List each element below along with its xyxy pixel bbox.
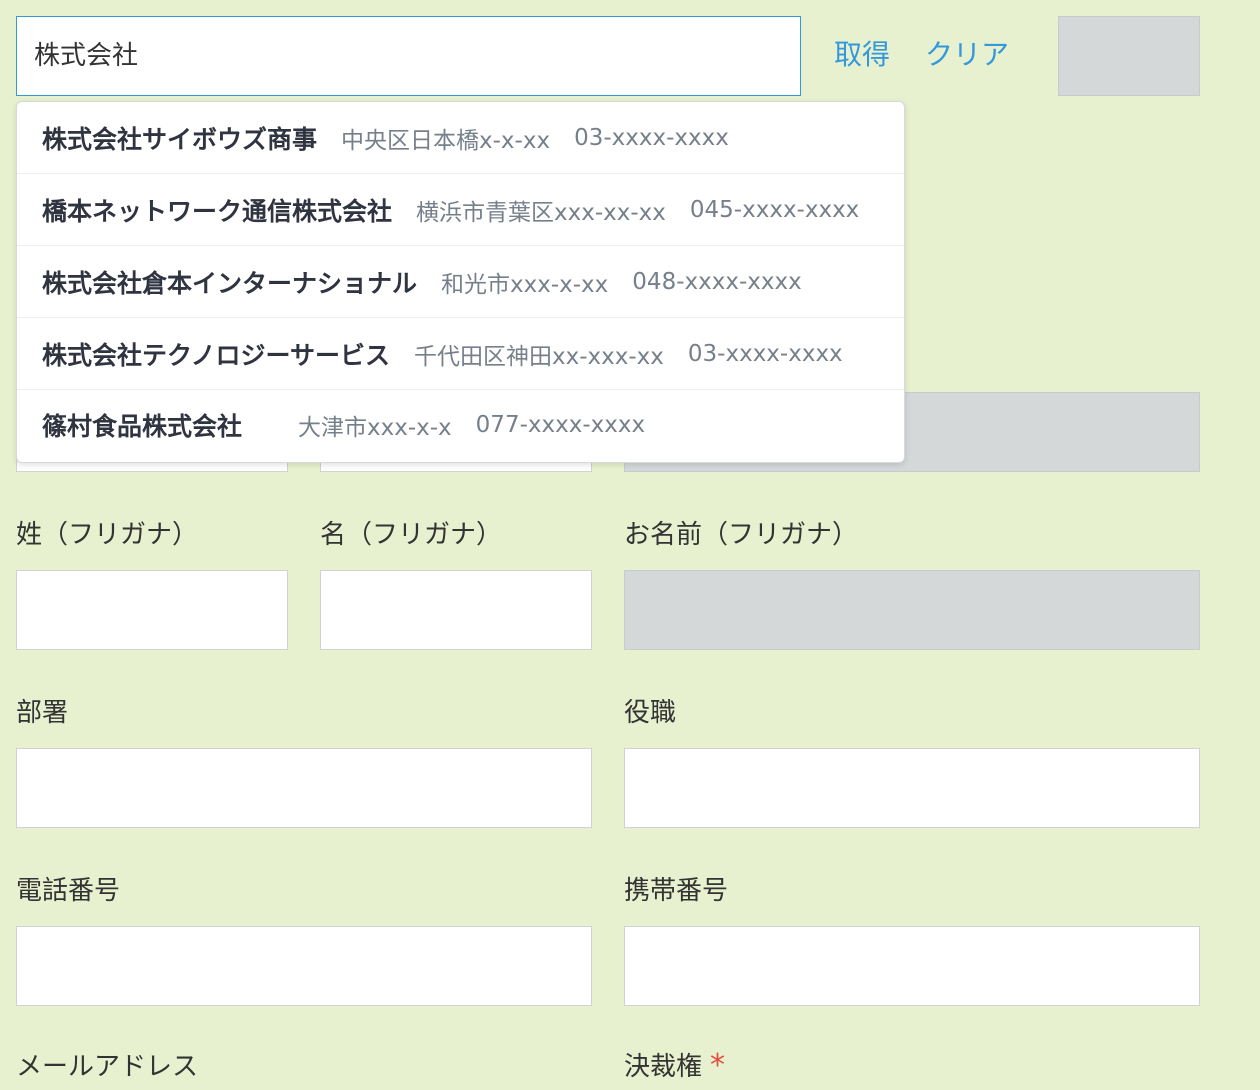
suggestion-address: 大津市xxx-x-x <box>298 415 452 441</box>
suggestion-item[interactable]: 株式会社サイボウズ商事 中央区日本橋x-x-xx 03-xxxx-xxxx <box>17 102 904 174</box>
suggestion-company-name: 株式会社サイボウズ商事 <box>42 124 318 154</box>
suggestion-phone: 045-xxxx-xxxx <box>689 196 860 223</box>
suggestion-phone: 03-xxxx-xxxx <box>574 124 729 151</box>
company-suggestion-dropdown: 株式会社サイボウズ商事 中央区日本橋x-x-xx 03-xxxx-xxxx 橋本… <box>16 101 905 463</box>
last-name-kana-label: 姓（フリガナ） <box>16 520 199 550</box>
suggestion-address: 和光市xxx-x-xx <box>441 271 609 298</box>
phone-field[interactable] <box>16 926 592 1006</box>
mobile-field[interactable] <box>624 926 1200 1006</box>
company-search-input[interactable]: 株式会社 <box>16 16 801 96</box>
position-label: 役職 <box>624 698 677 728</box>
last-name-kana-field[interactable] <box>16 570 288 650</box>
suggestion-address: 中央区日本橋x-x-xx <box>341 127 551 154</box>
authority-label-text: 決裁権 <box>624 1052 703 1082</box>
email-label: メールアドレス <box>16 1052 199 1082</box>
phone-label: 電話番号 <box>16 876 121 906</box>
department-field[interactable] <box>16 748 592 828</box>
first-name-kana-field[interactable] <box>320 570 592 650</box>
suggestion-company-name: 篠村食品株式会社 <box>42 412 243 441</box>
position-field[interactable] <box>624 748 1200 828</box>
suggestion-company-name: 株式会社倉本インターナショナル <box>42 268 418 298</box>
suggestion-item[interactable]: 株式会社テクノロジーサービス 千代田区神田xx-xxx-xx 03-xxxx-x… <box>17 318 904 390</box>
suggestion-item[interactable]: 篠村食品株式会社 大津市xxx-x-x 077-xxxx-xxxx <box>17 390 904 460</box>
suggestion-item[interactable]: 橋本ネットワーク通信株式会社 横浜市青葉区xxx-xx-xx 045-xxxx-… <box>17 174 904 246</box>
suggestion-item[interactable]: 株式会社倉本インターナショナル 和光市xxx-x-xx 048-xxxx-xxx… <box>17 246 904 318</box>
required-asterisk-icon: * <box>710 1048 726 1083</box>
full-name-kana-label: お名前（フリガナ） <box>624 520 859 550</box>
company-code-field-disabled <box>1058 16 1200 96</box>
clear-link[interactable]: クリア <box>925 33 1009 73</box>
full-name-kana-field-disabled <box>624 570 1200 650</box>
department-label: 部署 <box>16 698 69 728</box>
get-link[interactable]: 取得 <box>834 33 890 73</box>
suggestion-phone: 03-xxxx-xxxx <box>687 340 843 367</box>
suggestion-company-name: 株式会社テクノロジーサービス <box>42 340 391 370</box>
suggestion-address: 千代田区神田xx-xxx-xx <box>414 343 664 370</box>
mobile-label: 携帯番号 <box>624 876 729 906</box>
authority-label: 決裁権 * <box>624 1046 725 1083</box>
suggestion-company-name: 橋本ネットワーク通信株式会社 <box>42 196 393 226</box>
suggestion-phone: 077-xxxx-xxxx <box>475 412 646 438</box>
suggestion-phone: 048-xxxx-xxxx <box>632 268 802 295</box>
first-name-kana-label: 名（フリガナ） <box>320 520 503 550</box>
suggestion-address: 横浜市青葉区xxx-xx-xx <box>416 199 666 226</box>
